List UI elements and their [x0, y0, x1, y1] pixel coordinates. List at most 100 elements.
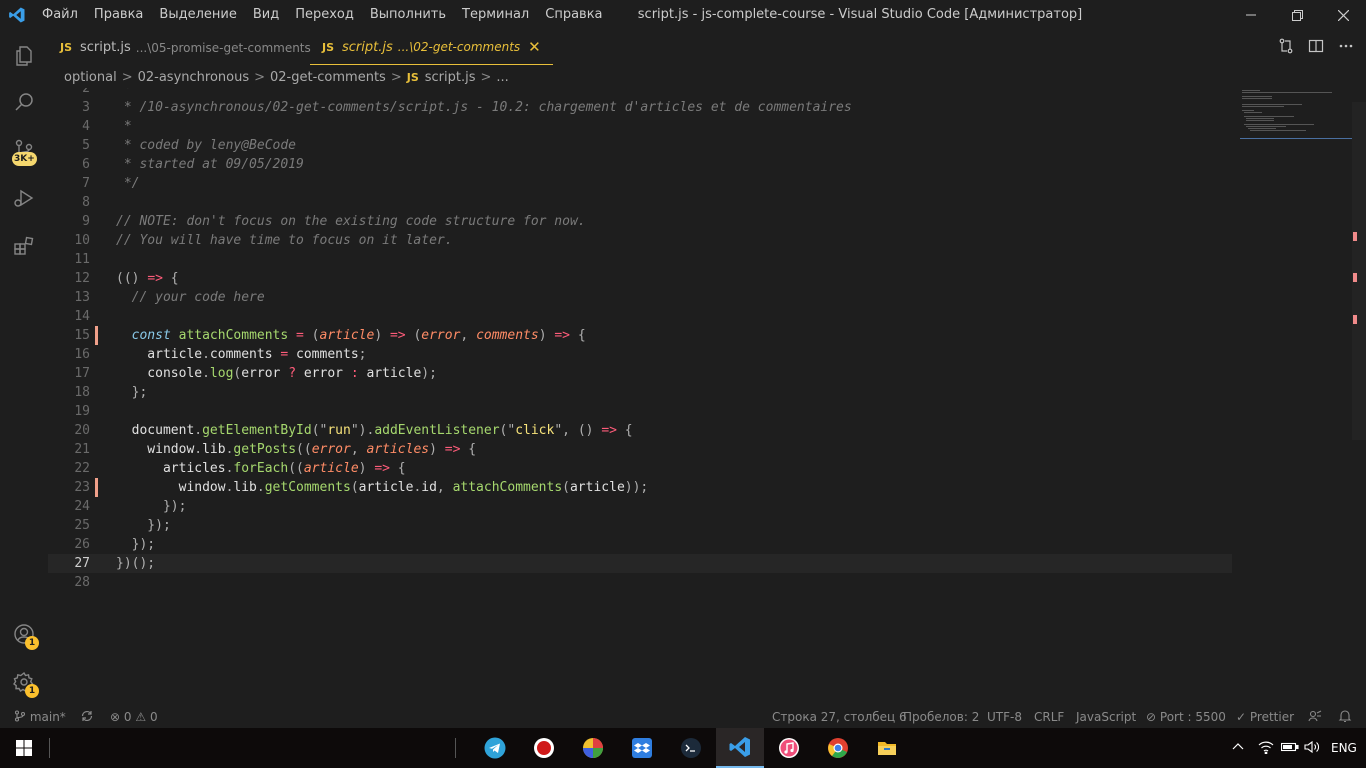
color-picker-icon[interactable] [569, 728, 617, 768]
volume-icon[interactable] [1304, 728, 1320, 768]
cursor-position[interactable]: Строка 27, столбец 6 [772, 706, 907, 728]
code-token: */ [116, 176, 140, 191]
compare-changes-icon[interactable] [1278, 38, 1294, 58]
code-line[interactable]: 24 }); [48, 497, 1232, 516]
notifications-bell-icon[interactable] [1338, 706, 1352, 728]
menu-run[interactable]: Выполнить [362, 0, 454, 30]
live-server-status[interactable]: ⊘ Port : 5500 [1146, 706, 1226, 728]
code-line[interactable]: 9 // NOTE: don't focus on the existing co… [48, 212, 1232, 231]
run-debug-icon[interactable] [0, 174, 48, 222]
more-actions-icon[interactable] [1338, 38, 1354, 58]
source-control-icon[interactable]: 3K+ [0, 126, 48, 174]
menu-go[interactable]: Переход [287, 0, 362, 30]
code-token: (( [296, 442, 312, 457]
code-text: * started at 09/05/2019 [116, 155, 304, 174]
code-line[interactable]: 19 [48, 402, 1232, 421]
search-icon[interactable] [0, 78, 48, 126]
show-hidden-icons-icon[interactable] [1232, 728, 1244, 768]
indentation[interactable]: Пробелов: 2 [903, 706, 979, 728]
telegram-icon[interactable] [471, 728, 519, 768]
menu-edit[interactable]: Правка [86, 0, 151, 30]
end-of-line[interactable]: CRLF [1034, 706, 1064, 728]
menu-selection[interactable]: Выделение [151, 0, 244, 30]
code-line[interactable]: 27})(); [48, 554, 1232, 573]
settings-gear-icon[interactable]: 1 [0, 658, 48, 706]
dropbox-icon[interactable] [618, 728, 666, 768]
terminal-app-icon[interactable] [667, 728, 715, 768]
menu-terminal[interactable]: Терминал [454, 0, 537, 30]
code-line[interactable]: 7 */ [48, 174, 1232, 193]
code-line[interactable]: 20 document.getElementById("run").addEve… [48, 421, 1232, 440]
window-controls [1228, 0, 1366, 30]
code-text: // You will have time to focus on it lat… [116, 231, 453, 250]
tab-get-comments[interactable]: JS script.js ...\02-get-comments ✕ [310, 30, 553, 65]
code-line[interactable]: 25 }); [48, 516, 1232, 535]
code-line[interactable]: 26 }); [48, 535, 1232, 554]
line-number: 7 [82, 176, 90, 191]
code-line[interactable]: 2 * [48, 88, 1232, 98]
accounts-icon[interactable]: 1 [0, 610, 48, 658]
explorer-icon[interactable] [0, 32, 48, 80]
breadcrumb-item-get-comments[interactable]: 02-get-comments [270, 70, 386, 85]
code-editor[interactable]: 2 * 3 * /10-asynchronous/02-get-comments/… [48, 88, 1366, 706]
code-line[interactable]: 4 * [48, 117, 1232, 136]
sync-icon[interactable] [80, 706, 94, 728]
code-line[interactable]: 21 window.lib.getPosts((error, articles)… [48, 440, 1232, 459]
breadcrumb-item-asynchronous[interactable]: 02-asynchronous [138, 70, 250, 85]
code-line[interactable]: 28 [48, 573, 1232, 592]
code-token: => [444, 442, 461, 457]
breadcrumb-item-symbol[interactable]: ... [496, 70, 508, 85]
code-line[interactable]: 12 (() => { [48, 269, 1232, 288]
scroll-change-marker [1353, 232, 1357, 241]
code-line[interactable]: 22 articles.forEach((article) => { [48, 459, 1232, 478]
itunes-icon[interactable] [765, 728, 813, 768]
problems-status[interactable]: ⊗ 0 ⚠ 0 [110, 706, 158, 728]
restore-button[interactable] [1274, 0, 1320, 30]
encoding[interactable]: UTF-8 [987, 706, 1022, 728]
tab-promise-get-comments[interactable]: JS script.js ...\05-promise-get-comments [48, 30, 323, 65]
close-tab-icon[interactable]: ✕ [528, 38, 541, 56]
code-line[interactable]: 15 const attachComments = (article) => (… [48, 326, 1232, 345]
code-line[interactable]: 5 * coded by leny@BeCode [48, 136, 1232, 155]
code-line[interactable]: 23 window.lib.getComments(article.id, at… [48, 478, 1232, 497]
close-window-button[interactable] [1320, 0, 1366, 30]
breadcrumb-item-file[interactable]: script.js [425, 70, 476, 85]
split-editor-icon[interactable] [1308, 38, 1324, 58]
code-line[interactable]: 8 [48, 193, 1232, 212]
code-line[interactable]: 13 // your code here [48, 288, 1232, 307]
code-line[interactable]: 11 [48, 250, 1232, 269]
code-line[interactable]: 14 [48, 307, 1232, 326]
prettier-status[interactable]: ✓ Prettier [1236, 706, 1294, 728]
wifi-icon[interactable] [1258, 728, 1274, 768]
menu-view[interactable]: Вид [245, 0, 287, 30]
menu-file[interactable]: Файл [34, 0, 86, 30]
vertical-scrollbar[interactable] [1352, 102, 1366, 440]
extensions-icon[interactable] [0, 222, 48, 270]
minimize-button[interactable] [1228, 0, 1274, 30]
modified-line-marker[interactable] [95, 326, 98, 345]
minimap[interactable] [1240, 88, 1352, 148]
branch-status[interactable]: main* [14, 706, 66, 728]
code-line[interactable]: 18 }; [48, 383, 1232, 402]
vscode-taskbar-icon[interactable] [716, 728, 764, 768]
code-line[interactable]: 3 * /10-asynchronous/02-get-comments/scr… [48, 98, 1232, 117]
modified-line-marker[interactable] [95, 478, 98, 497]
code-token: ( [405, 328, 422, 343]
code-token: . [202, 366, 210, 381]
chrome-icon[interactable] [814, 728, 862, 768]
feedback-icon[interactable] [1308, 706, 1322, 728]
code-line[interactable]: 6 * started at 09/05/2019 [48, 155, 1232, 174]
vscode-logo-icon[interactable] [0, 0, 34, 30]
code-line[interactable]: 17 console.log(error ? error : article); [48, 364, 1232, 383]
code-token: = [296, 328, 304, 343]
file-explorer-icon[interactable] [863, 728, 911, 768]
code-line[interactable]: 10 // You will have time to focus on it l… [48, 231, 1232, 250]
code-line[interactable]: 16 article.comments = comments; [48, 345, 1232, 364]
screen-recorder-icon[interactable] [520, 728, 568, 768]
line-number: 14 [74, 309, 90, 324]
language-mode[interactable]: JavaScript [1076, 706, 1136, 728]
input-language[interactable]: ENG [1331, 728, 1357, 768]
breadcrumb-item-optional[interactable]: optional [64, 70, 117, 85]
battery-icon[interactable] [1280, 728, 1299, 768]
accounts-badge: 1 [25, 636, 39, 650]
